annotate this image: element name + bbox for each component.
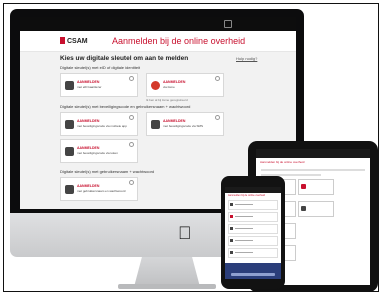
card-title: AANMELDEN — [77, 80, 100, 84]
window-icon[interactable] — [224, 20, 232, 28]
row-text — [235, 228, 253, 229]
row-text — [235, 216, 253, 217]
info-icon[interactable] — [215, 115, 220, 120]
itsme-note[interactable]: Ik ben al bij itsme geregistreerd — [146, 98, 188, 102]
token-icon — [65, 147, 74, 156]
itsme-icon — [151, 81, 160, 90]
login-card-token[interactable]: AANMELDEN met beveiligingscode via token — [60, 139, 138, 163]
apple-icon:  — [178, 224, 192, 242]
sms-icon — [230, 239, 233, 242]
id-card-icon — [230, 203, 233, 206]
row-text — [235, 252, 253, 253]
sms-icon — [151, 120, 160, 129]
sms-icon — [301, 206, 306, 211]
id-card-icon — [65, 81, 74, 90]
login-card-mobile-app[interactable]: AANMELDEN met beveiligingscode via mobie… — [60, 112, 138, 136]
section-label-eid: Digitale sleutel(s) met eID of digitale … — [60, 65, 141, 70]
card-subtitle: met beveiligingscode via token — [77, 151, 118, 155]
info-icon[interactable] — [129, 76, 134, 81]
csam-logo[interactable]: CSAM — [60, 37, 88, 45]
tablet-topbar — [256, 149, 370, 158]
tablet-title: Aanmelden bij de online overheid — [260, 160, 305, 164]
card-title: AANMELDEN — [163, 119, 186, 123]
phone-icon — [65, 120, 74, 129]
card-subtitle: via itsme — [163, 85, 175, 89]
itsme-icon — [301, 184, 306, 189]
card-subtitle: met eID kaartlezer — [77, 85, 102, 89]
phone-device: Aanmelden bij de online overheid — [221, 176, 285, 289]
password-icon — [65, 185, 74, 194]
itsme-icon — [230, 215, 233, 218]
phone-login-row[interactable] — [228, 236, 278, 246]
logo-text: CSAM — [67, 38, 88, 45]
site-header: CSAM Aanmelden bij de online overheid — [20, 31, 296, 52]
info-icon[interactable] — [129, 180, 134, 185]
phone-title: Aanmelden bij de online overheid — [228, 194, 265, 197]
browser-topbar — [20, 17, 296, 31]
cards-eid: AANMELDEN met eID kaartlezer AANMELDEN v… — [60, 73, 290, 102]
row-text — [235, 204, 253, 205]
tablet-text-line — [261, 169, 365, 171]
phone-login-row[interactable] — [228, 212, 278, 222]
info-icon[interactable] — [129, 115, 134, 120]
phone-keyboard[interactable] — [225, 263, 281, 279]
tablet-login-card[interactable] — [298, 179, 334, 195]
help-link[interactable]: Hulp nodig? — [236, 56, 257, 61]
card-title: AANMELDEN — [163, 80, 186, 84]
card-subtitle: met beveiligingscode via mobiele app — [77, 124, 127, 128]
login-card-sms[interactable]: AANMELDEN met beveiligingscode via SMS — [146, 112, 224, 136]
info-icon[interactable] — [215, 76, 220, 81]
phone-login-row[interactable] — [228, 200, 278, 210]
card-subtitle: met beveiligingscode via SMS — [163, 124, 204, 128]
card-title: AANMELDEN — [77, 184, 100, 188]
imac-foot — [118, 284, 216, 289]
info-icon[interactable] — [129, 142, 134, 147]
tablet-login-card[interactable] — [298, 201, 334, 217]
card-title: AANMELDEN — [77, 146, 100, 150]
keyboard-keys — [231, 273, 275, 276]
login-card-password[interactable]: AANMELDEN met gebruikersnaam en wachtwoo… — [60, 177, 138, 201]
token-icon — [230, 251, 233, 254]
site-title: Aanmelden bij de online overheid — [112, 36, 246, 46]
phone-login-row[interactable] — [228, 224, 278, 234]
phone-login-row[interactable] — [228, 248, 278, 258]
imac-stand — [134, 257, 200, 287]
login-card-itsme[interactable]: AANMELDEN via itsme — [146, 73, 224, 97]
login-card-eid[interactable]: AANMELDEN met eID kaartlezer — [60, 73, 138, 97]
row-text — [235, 240, 253, 241]
phone-icon — [230, 227, 233, 230]
card-subtitle: met gebruikersnaam en wachtwoord — [77, 189, 126, 193]
phone-screen: Aanmelden bij de online overheid — [225, 187, 281, 279]
section-label-code: Digitale sleutel(s) met beveiligingscode… — [60, 104, 191, 109]
card-title: AANMELDEN — [77, 119, 100, 123]
